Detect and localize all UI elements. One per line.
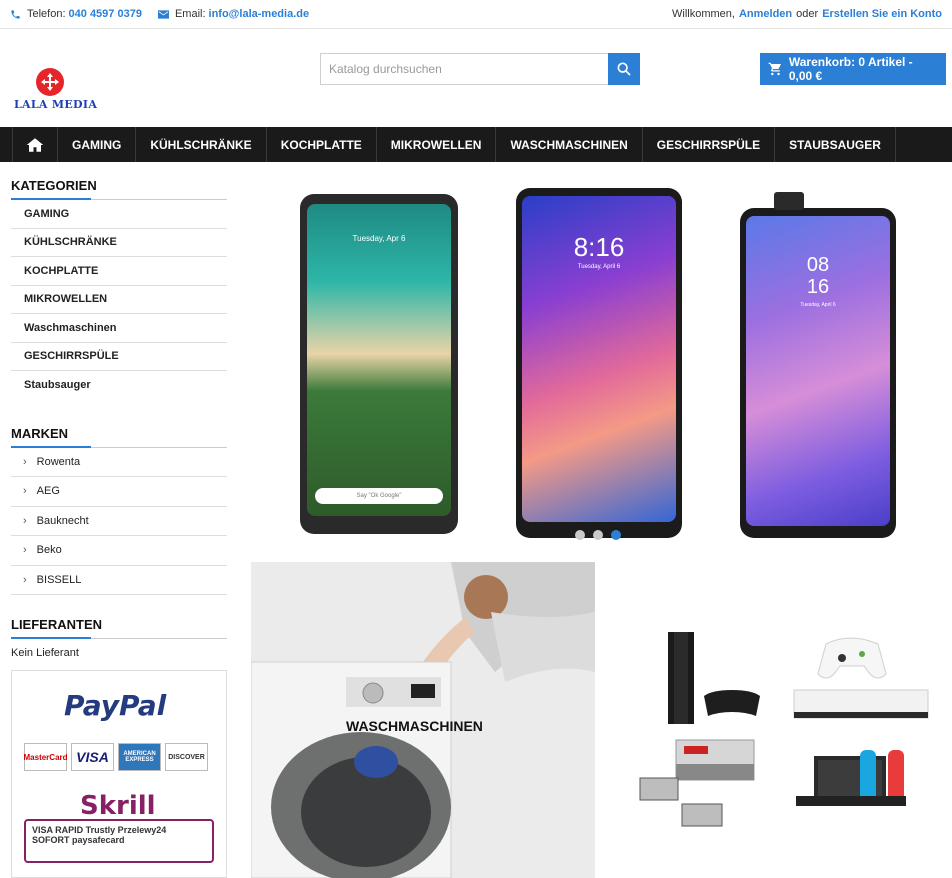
popup-camera [774,192,804,210]
screen-date: Tuesday, Apr 6 [352,234,406,243]
nav-item-gaming[interactable]: GAMING [58,127,137,162]
phone-label: Telefon: [27,8,66,20]
brand-label: Rowenta [36,455,81,468]
nav-item-waschmaschinen[interactable]: WASCHMASCHINEN [496,127,643,162]
category-item[interactable]: Waschmaschinen [11,314,227,343]
email-label: Email: [174,8,206,20]
screen-minute: 16 [806,276,830,298]
welcome-text: Willkommen, [672,8,735,20]
supplier-text: Kein Lieferant [11,647,79,659]
phone-screen-2: 8:16 Tuesday, April 6 [522,196,676,522]
category-item[interactable]: MIKROWELLEN [11,286,227,314]
screen-date: Tuesday, April 6 [577,264,621,270]
phone-image-1: Tuesday, Apr 6 Say "Ok Google" [300,194,458,534]
nav-item-mikrowellen[interactable]: MIKROWELLEN [377,127,497,162]
chevron-right-icon: › [23,544,27,557]
skrill-logo: Skrill [80,791,156,821]
category-item[interactable]: GAMING [11,200,227,229]
google-search-bar: Say "Ok Google" [315,488,443,504]
paypal-logo: PayPal [64,689,167,722]
brand-item[interactable]: › Rowenta [11,448,227,477]
site-logo[interactable]: LALA MEDIA [14,68,97,112]
nav-item-staubsauger[interactable]: STAUBSAUGER [775,127,896,162]
screen-time: 8:16 [573,232,625,262]
product-slider[interactable]: Tuesday, Apr 6 Say "Ok Google" 8:16 Tues… [250,170,950,548]
account-links: Willkommen, Anmelden oder Erstellen Sie … [672,8,942,20]
mastercard-logo: MasterCard [24,743,68,771]
brand-item[interactable]: › BISSELL [11,566,227,595]
slider-dot[interactable] [575,530,585,540]
screen-hour: 08 [806,254,830,276]
email-contact: Email: info@lala-media.de [157,8,310,20]
waschmaschinen-banner[interactable]: WASCHMASCHINEN [251,562,595,878]
consoles-image [639,632,929,827]
screen-date: Tuesday, April 6 [800,302,836,308]
brand-item[interactable]: › Bauknecht [11,507,227,536]
chevron-right-icon: › [23,485,27,498]
search-icon [617,62,631,76]
chevron-right-icon: › [23,455,27,468]
home-icon [26,137,44,152]
brands-title: MARKEN [11,418,227,448]
nav-item-geschirrspuele[interactable]: GESCHIRRSPÜLE [643,127,776,162]
phone-image-3: 08 16 Tuesday, April 6 [740,192,896,538]
phone-contact: Telefon: 040 4597 0379 [10,8,142,20]
chevron-right-icon: › [23,573,27,586]
logo-text: LALA MEDIA [14,98,98,111]
or-text: oder [796,8,819,20]
brand-label: AEG [36,485,60,498]
category-item[interactable]: Staubsauger [11,371,227,400]
suppliers-title: LIEFERANTEN [11,609,227,639]
login-link[interactable]: Anmelden [739,8,792,20]
sidebar: KATEGORIEN GAMING KÜHLSCHRÄNKE KOCHPLATT… [11,170,227,659]
search-button[interactable] [608,53,640,85]
brand-label: Beko [36,544,62,557]
card-logos: MasterCard VISA AMERICAN EXPRESS DISCOVE… [24,743,208,771]
nav-item-kuehlschraenke[interactable]: KÜHLSCHRÄNKE [136,127,267,162]
nav-item-kochplatte[interactable]: KOCHPLATTE [267,127,377,162]
register-link[interactable]: Erstellen Sie ein Konto [822,8,942,20]
brand-label: Bauknecht [36,514,89,527]
categories-title: KATEGORIEN [11,170,227,200]
cart-button[interactable]: Warenkorb: 0 Artikel - 0,00 € [760,53,946,85]
visa-logo: VISA [71,743,114,771]
discover-logo: DISCOVER [165,743,208,771]
brand-item[interactable]: › AEG [11,477,227,507]
category-list: GAMING KÜHLSCHRÄNKE KOCHPLATTE MIKROWELL… [11,200,227,400]
phone-link[interactable]: 040 4597 0379 [69,8,142,20]
top-bar: Telefon: 040 4597 0379 Email: info@lala-… [0,0,952,29]
banner-label: WASCHMASCHINEN [346,718,483,734]
phone-icon [11,9,20,19]
category-item[interactable]: KOCHPLATTE [11,257,227,286]
skrill-methods: VISA RAPID Trustly Przelewy24 SOFORT pay… [24,819,214,863]
phone-screen-3: 08 16 Tuesday, April 6 [746,216,890,526]
slider-dot-active[interactable] [611,530,621,540]
gaming-banner[interactable] [630,628,932,838]
search-form [320,53,640,85]
main-nav: GAMING KÜHLSCHRÄNKE KOCHPLATTE MIKROWELL… [0,127,952,162]
slider-dot[interactable] [593,530,603,540]
amex-logo: AMERICAN EXPRESS [118,743,161,771]
brand-label: BISSELL [36,573,82,586]
phone-screen-1: Tuesday, Apr 6 Say "Ok Google" [307,204,451,516]
category-item[interactable]: GESCHIRRSPÜLE [11,343,227,371]
category-item[interactable]: KÜHLSCHRÄNKE [11,229,227,257]
brand-list: › Rowenta › AEG › Bauknecht › Beko › BISSELL [11,448,227,595]
envelope-icon [157,9,169,19]
payment-methods-banner: PayPal MasterCard VISA AMERICAN EXPRESS … [11,670,227,878]
brand-item[interactable]: › Beko [11,536,227,566]
logo-mark [36,68,64,96]
chevron-right-icon: › [23,514,27,527]
slider-dots [575,530,621,540]
cart-icon [768,62,782,76]
search-input[interactable] [320,53,608,85]
email-link[interactable]: info@lala-media.de [209,8,310,20]
nav-home[interactable] [12,127,58,162]
phone-image-2: 8:16 Tuesday, April 6 [516,188,682,538]
cart-label: Warenkorb: 0 Artikel - 0,00 € [788,55,913,83]
